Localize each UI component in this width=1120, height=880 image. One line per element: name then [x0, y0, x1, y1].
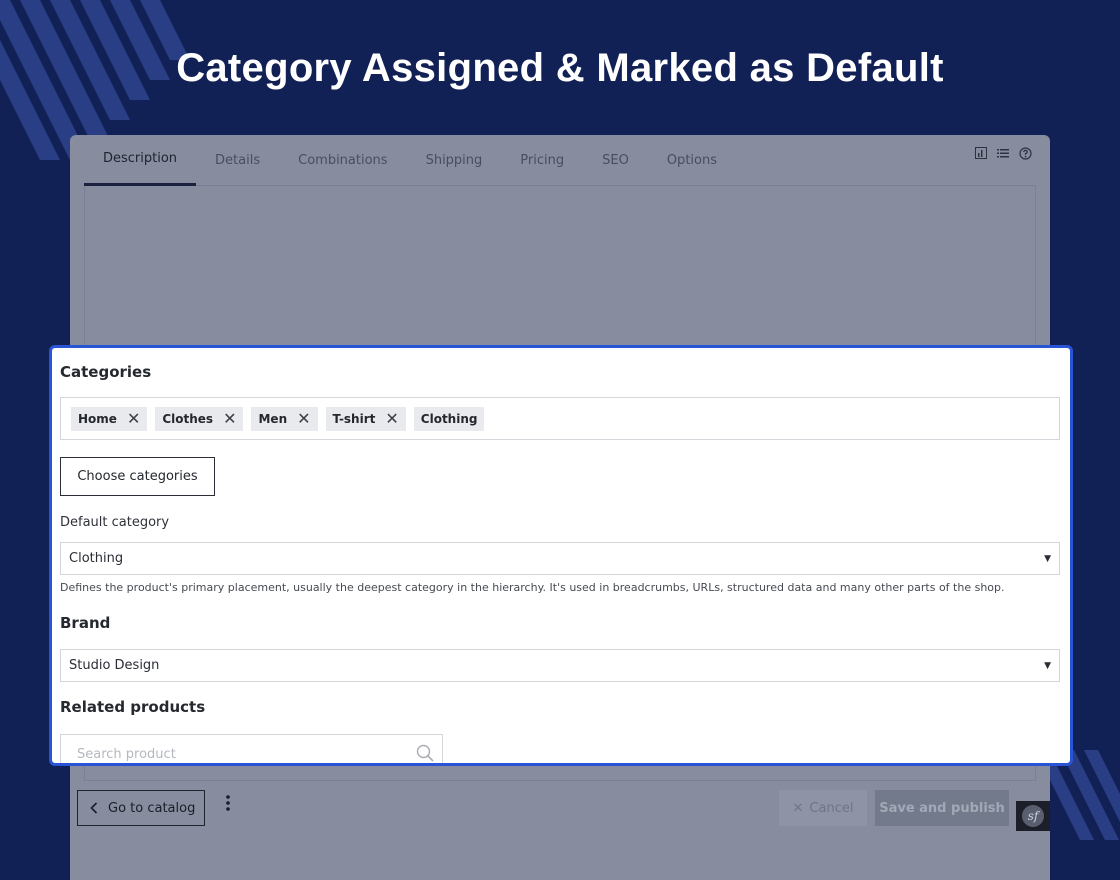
tab-combinations[interactable]: Combinations [279, 135, 406, 186]
search-product-input[interactable]: Search product [60, 734, 443, 763]
help-icon[interactable] [1019, 147, 1032, 160]
search-placeholder: Search product [77, 746, 176, 762]
brand-value: Studio Design [69, 658, 160, 673]
tab-bar: Description Details Combinations Shippin… [84, 135, 1036, 186]
cancel-button[interactable]: ✕ Cancel [779, 790, 867, 826]
tag-label: Home [78, 411, 117, 426]
categories-tag-list: Home ✕ Clothes ✕ Men ✕ T-shirt ✕ Clothin… [60, 397, 1060, 440]
go-to-catalog-label: Go to catalog [108, 800, 196, 816]
remove-tag-icon[interactable]: ✕ [127, 410, 140, 427]
tag-label: Men [258, 411, 288, 426]
page-headline: Category Assigned & Marked as Default [176, 46, 944, 90]
chevron-left-icon [90, 802, 98, 814]
default-category-help: Defines the product's primary placement,… [60, 581, 1005, 594]
cancel-label: Cancel [809, 800, 854, 816]
list-icon[interactable] [997, 147, 1009, 159]
choose-categories-button[interactable]: Choose categories [60, 457, 215, 496]
search-icon [416, 744, 434, 762]
tag-label: Clothing [420, 411, 478, 426]
default-category-select[interactable]: Clothing ▼ [60, 542, 1060, 575]
remove-tag-icon[interactable]: ✕ [223, 410, 236, 427]
tab-details[interactable]: Details [196, 135, 279, 186]
category-tag-clothes: Clothes ✕ [155, 406, 244, 431]
categories-highlight-panel: Categories Home ✕ Clothes ✕ Men ✕ T-shir… [49, 345, 1073, 766]
default-category-label: Default category [60, 515, 170, 530]
remove-tag-icon[interactable]: ✕ [297, 410, 310, 427]
brand-title: Brand [60, 614, 111, 632]
chart-icon[interactable] [975, 147, 987, 159]
remove-tag-icon[interactable]: ✕ [385, 410, 398, 427]
brand-select[interactable]: Studio Design ▼ [60, 649, 1060, 682]
tag-label: Clothes [162, 411, 214, 426]
symfony-logo: sf [1022, 805, 1044, 827]
category-tag-t-shirt: T-shirt ✕ [325, 406, 406, 431]
tab-shipping[interactable]: Shipping [407, 135, 502, 186]
tab-pricing[interactable]: Pricing [501, 135, 583, 186]
default-category-value: Clothing [69, 551, 124, 566]
caret-down-icon: ▼ [1044, 554, 1051, 564]
category-tag-home: Home ✕ [71, 406, 148, 431]
caret-down-icon: ▼ [1044, 661, 1051, 671]
related-products-title: Related products [60, 698, 206, 716]
toolbar-icons [975, 147, 1032, 160]
category-tag-men: Men ✕ [251, 406, 318, 431]
tab-seo[interactable]: SEO [583, 135, 648, 186]
editor-footer: Go to catalog ✕ Cancel Save and publish … [70, 780, 1050, 840]
symfony-debug-badge[interactable]: sf [1016, 801, 1050, 831]
save-and-publish-button[interactable]: Save and publish [875, 790, 1009, 826]
tag-label: T-shirt [332, 411, 376, 426]
go-to-catalog-button[interactable]: Go to catalog [77, 790, 205, 826]
tab-options[interactable]: Options [648, 135, 736, 186]
category-tag-clothing: Clothing [413, 406, 485, 431]
categories-title: Categories [60, 363, 152, 381]
tab-description[interactable]: Description [84, 135, 197, 186]
close-icon: ✕ [792, 800, 804, 816]
more-options-icon[interactable] [225, 794, 231, 817]
